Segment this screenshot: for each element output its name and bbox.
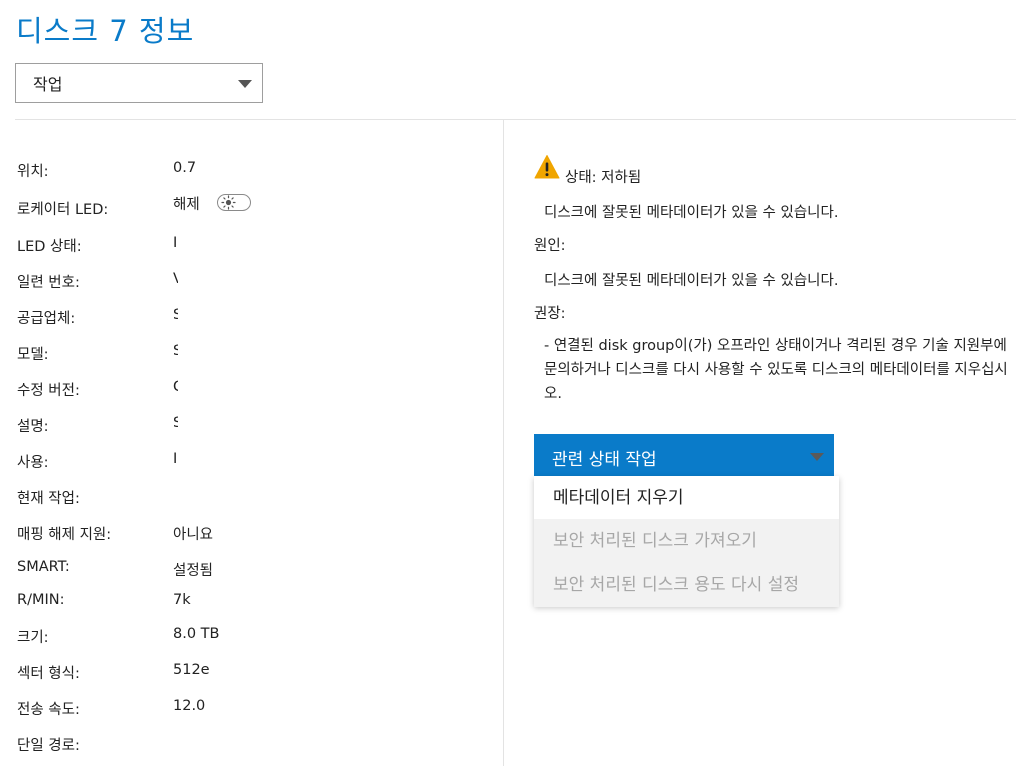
property-row-vendor: 공급업체: S bbox=[17, 307, 497, 331]
property-row-rpm: R/MIN: 7k bbox=[17, 592, 497, 616]
sun-icon bbox=[221, 195, 236, 210]
property-row-usage: 사용: I bbox=[17, 451, 497, 475]
property-row-transfer-rate: 전송 속도: 12.0 bbox=[17, 698, 497, 722]
property-value: 512e bbox=[173, 662, 210, 678]
property-row-locator-led: 로케이터 LED: 해제 bbox=[17, 194, 497, 222]
property-value: 12.0 bbox=[173, 698, 206, 714]
property-row-description: 설명: S bbox=[17, 415, 497, 439]
property-row-size: 크기: 8.0 TB bbox=[17, 626, 497, 650]
property-label: 설명: bbox=[17, 419, 49, 435]
recommendation-label: 권장: bbox=[534, 306, 566, 322]
property-label: 일련 번호: bbox=[17, 275, 80, 291]
property-row-smart: SMART: 설정됨 bbox=[17, 559, 497, 583]
action-select[interactable]: 작업 bbox=[15, 63, 263, 103]
property-row-sector-format: 섹터 형식: 512e bbox=[17, 662, 497, 686]
property-label: 전송 속도: bbox=[17, 702, 80, 718]
property-value: 0.7 bbox=[173, 160, 197, 176]
chevron-down-icon bbox=[810, 453, 824, 461]
health-actions-menu: 메타데이터 지우기 보안 처리된 디스크 가져오기 보안 처리된 디스크 용도 … bbox=[534, 476, 839, 607]
property-label: 위치: bbox=[17, 164, 49, 180]
menu-item-import-secured-disk: 보안 처리된 디스크 가져오기 bbox=[534, 519, 839, 563]
property-label: 공급업체: bbox=[17, 311, 76, 327]
menu-item-repurpose-secured-disk: 보안 처리된 디스크 용도 다시 설정 bbox=[534, 563, 839, 607]
property-label: 매핑 해제 지원: bbox=[17, 527, 112, 543]
property-label: 단일 경로: bbox=[17, 738, 80, 754]
property-label: 사용: bbox=[17, 455, 49, 471]
locator-led-toggle[interactable] bbox=[217, 194, 251, 211]
status-description: 디스크에 잘못된 메타데이터가 있을 수 있습니다. bbox=[544, 205, 839, 221]
health-actions-label: 관련 상태 작업 bbox=[552, 450, 657, 470]
property-row-serial-number: 일련 번호: V bbox=[17, 271, 497, 295]
property-row-unmap-support: 매핑 해제 지원: 아니요 bbox=[17, 523, 497, 547]
property-value: 8.0 TB bbox=[173, 626, 220, 642]
property-value: 아니요 bbox=[173, 527, 214, 543]
property-value: 7k bbox=[173, 592, 191, 608]
property-value: C bbox=[173, 379, 178, 395]
menu-item-clear-metadata[interactable]: 메타데이터 지우기 bbox=[534, 476, 839, 520]
property-value: I bbox=[173, 451, 178, 467]
property-row-single-path: 단일 경로: bbox=[17, 734, 497, 758]
property-label: R/MIN: bbox=[17, 592, 65, 608]
chevron-down-icon bbox=[238, 80, 252, 88]
property-value: S bbox=[173, 307, 178, 323]
property-label: 현재 작업: bbox=[17, 491, 80, 507]
property-row-revision: 수정 버전: C bbox=[17, 379, 497, 403]
action-select-label: 작업 bbox=[33, 75, 63, 94]
property-value: I bbox=[173, 235, 178, 251]
cause-text: 디스크에 잘못된 메타데이터가 있을 수 있습니다. bbox=[544, 273, 839, 289]
property-label: 수정 버전: bbox=[17, 383, 80, 399]
property-row-location: 위치: 0.7 bbox=[17, 160, 497, 184]
column-divider bbox=[503, 120, 504, 766]
property-label: 모델: bbox=[17, 347, 49, 363]
property-value: V bbox=[173, 271, 178, 287]
cause-label: 원인: bbox=[534, 238, 566, 254]
health-actions-dropdown[interactable]: 관련 상태 작업 bbox=[534, 434, 834, 476]
property-value: 설정됨 bbox=[173, 563, 214, 579]
property-label: SMART: bbox=[17, 559, 70, 575]
header-divider bbox=[15, 119, 1016, 120]
property-value: S bbox=[173, 343, 178, 359]
property-row-current-job: 현재 작업: bbox=[17, 487, 497, 511]
page-title: 디스크 7 정보 bbox=[16, 14, 195, 48]
status-text: 상태: 저하됨 bbox=[565, 170, 642, 186]
property-label: 로케이터 LED: bbox=[17, 202, 109, 218]
property-label: LED 상태: bbox=[17, 239, 82, 255]
warning-icon bbox=[534, 155, 560, 179]
property-value: S bbox=[173, 415, 178, 431]
property-row-led-status: LED 상태: I bbox=[17, 235, 497, 259]
property-label: 섹터 형식: bbox=[17, 666, 80, 682]
recommendation-text: - 연결된 disk group이(가) 오프라인 상태이거나 격리된 경우 기… bbox=[544, 338, 1008, 402]
property-value: 해제 bbox=[173, 197, 200, 213]
property-row-model: 모델: S bbox=[17, 343, 497, 367]
property-label: 크기: bbox=[17, 630, 49, 646]
